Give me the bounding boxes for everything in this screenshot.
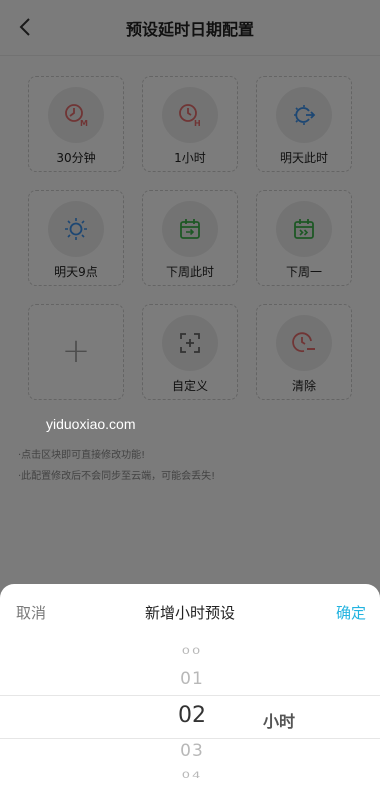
bottom-sheet: 取消 新增小时预设 确定 00 01 02 03 04 小时 xyxy=(0,584,380,785)
watermark: yiduoxiao.com xyxy=(46,416,136,432)
picker-selection-bottom-line xyxy=(0,738,380,739)
picker-selection-top-line xyxy=(0,695,380,696)
picker-option[interactable]: 04 xyxy=(150,770,234,781)
confirm-button[interactable]: 确定 xyxy=(336,602,366,623)
picker-option[interactable]: 03 xyxy=(150,741,234,761)
unit-label: 小时 xyxy=(263,712,296,731)
picker-option[interactable]: 00 xyxy=(150,646,234,657)
sheet-title: 新增小时预设 xyxy=(144,604,235,622)
picker-option[interactable]: 01 xyxy=(150,669,234,689)
picker-option-selected[interactable]: 02 xyxy=(150,703,234,728)
